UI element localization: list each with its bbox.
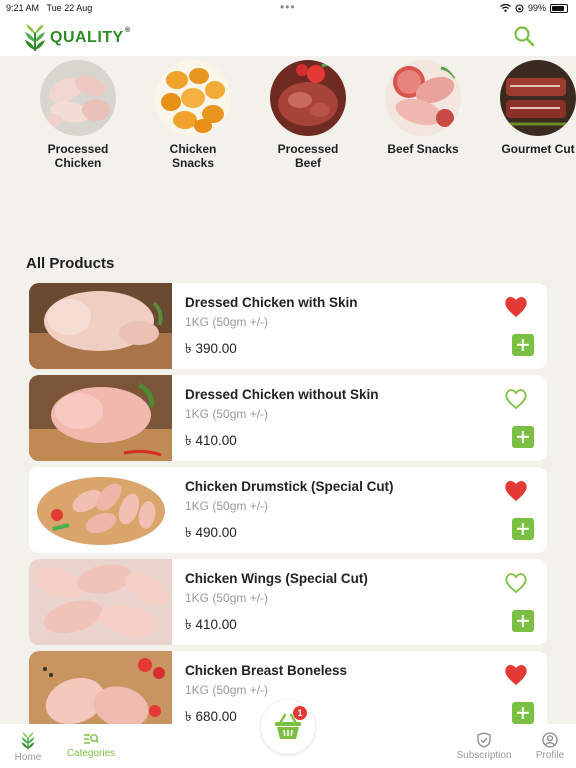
tab-categories[interactable]: Categories (64, 732, 118, 759)
product-card[interactable]: Dressed Chicken without Skin 1KG (50gm +… (29, 375, 547, 461)
orientation-lock-icon (515, 3, 524, 13)
tab-label: Categories (66, 748, 116, 759)
heart-outline-icon[interactable] (503, 387, 529, 411)
tab-profile[interactable]: Profile (534, 732, 566, 761)
status-bar: 9:21 AM Tue 22 Aug ••• 99% (0, 0, 576, 16)
product-card[interactable]: Dressed Chicken with Skin 1KG (50gm +/-)… (29, 283, 547, 369)
category-label: Chicken Snacks (169, 142, 217, 170)
category-chicken-snacks[interactable]: Chicken Snacks (155, 60, 231, 170)
battery-percent: 99% (527, 3, 546, 13)
category-label: Processed Chicken (47, 142, 109, 170)
leaf-logo-icon (25, 24, 45, 51)
shield-check-icon (477, 732, 491, 748)
profile-icon (542, 732, 558, 748)
tab-label: Home (14, 752, 42, 763)
product-name: Chicken Drumstick (Special Cut) (185, 479, 394, 494)
product-card[interactable]: Chicken Drumstick (Special Cut) 1KG (50g… (29, 467, 547, 553)
tab-home[interactable]: Home (12, 732, 44, 763)
add-to-cart-button[interactable] (512, 426, 534, 448)
add-to-cart-button[interactable] (512, 334, 534, 356)
search-icon[interactable] (512, 24, 536, 48)
cart-count-badge: 1 (293, 706, 307, 720)
home-leaf-icon (21, 732, 35, 750)
categories-search-icon (84, 734, 99, 744)
chicken-wings-image (29, 559, 172, 645)
multitasking-dots[interactable]: ••• (280, 0, 296, 14)
status-time: 9:21 AM Tue 22 Aug (6, 3, 93, 13)
heart-filled-icon[interactable] (503, 663, 529, 687)
add-to-cart-button[interactable] (512, 610, 534, 632)
product-weight: 1KG (50gm +/-) (185, 407, 269, 421)
product-list[interactable]: Dressed Chicken with Skin 1KG (50gm +/-)… (29, 283, 547, 743)
product-price: ৳ 490.00 (185, 525, 237, 540)
add-to-cart-button[interactable] (512, 702, 534, 724)
product-weight: 1KG (50gm +/-) (185, 499, 269, 513)
product-card[interactable]: Chicken Wings (Special Cut) 1KG (50gm +/… (29, 559, 547, 645)
product-name: Dressed Chicken without Skin (185, 387, 379, 402)
add-to-cart-button[interactable] (512, 518, 534, 540)
heart-filled-icon[interactable] (503, 295, 529, 319)
heart-outline-icon[interactable] (503, 571, 529, 595)
category-gourmet-cut[interactable]: Gourmet Cut (500, 60, 576, 170)
cart-button[interactable]: 1 (261, 700, 315, 754)
tab-subscription[interactable]: Subscription (454, 732, 514, 761)
beef-snacks-image (385, 60, 461, 136)
gourmet-cut-image (500, 60, 576, 136)
tab-label: Subscription (456, 750, 512, 761)
category-label: Beef Snacks (387, 142, 459, 156)
brand-name: QUALITY ® (50, 27, 131, 46)
category-label: Processed Beef (277, 142, 339, 170)
battery-icon (550, 3, 568, 13)
category-processed-beef[interactable]: Processed Beef (270, 60, 346, 170)
section-title: All Products (26, 255, 115, 272)
product-price: ৳ 390.00 (185, 341, 237, 356)
product-name: Chicken Wings (Special Cut) (185, 571, 368, 586)
heart-filled-icon[interactable] (503, 479, 529, 503)
product-weight: 1KG (50gm +/-) (185, 315, 269, 329)
chicken-snacks-image (155, 60, 231, 136)
dressed-chicken-skin-image (29, 283, 172, 369)
product-price: ৳ 410.00 (185, 617, 237, 632)
app-header: QUALITY ® (0, 16, 576, 56)
chicken-drumstick-image (29, 467, 172, 553)
category-beef-snacks[interactable]: Beef Snacks (385, 60, 461, 170)
processed-beef-image (270, 60, 346, 136)
category-label: Gourmet Cut (501, 142, 575, 156)
product-name: Chicken Breast Boneless (185, 663, 348, 678)
wifi-icon (500, 4, 511, 12)
dressed-chicken-no-skin-image (29, 375, 172, 461)
product-price: ৳ 410.00 (185, 433, 237, 448)
status-indicators: 99% (500, 3, 568, 13)
category-processed-chicken[interactable]: Processed Chicken (40, 60, 116, 170)
product-weight: 1KG (50gm +/-) (185, 683, 269, 697)
processed-chicken-image (40, 60, 116, 136)
tab-label: Profile (535, 750, 565, 761)
brand-logo[interactable]: QUALITY ® (24, 24, 131, 52)
product-weight: 1KG (50gm +/-) (185, 591, 269, 605)
product-name: Dressed Chicken with Skin (185, 295, 358, 310)
category-carousel[interactable]: Processed Chicken Chicken Snacks Process… (40, 60, 576, 170)
